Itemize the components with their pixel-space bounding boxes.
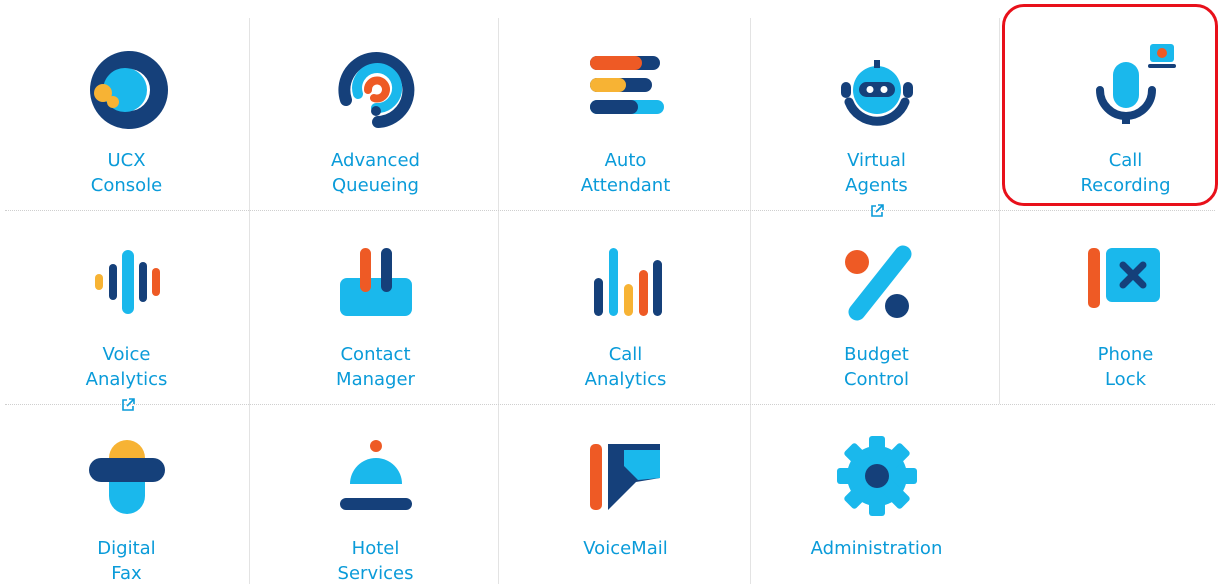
ucx-console-icon bbox=[77, 38, 177, 138]
call-analytics-icon bbox=[576, 232, 676, 332]
tile-administration[interactable]: Administration bbox=[755, 398, 998, 561]
tile-digital-fax[interactable]: Digital Fax bbox=[5, 398, 248, 586]
tile-label: Contact Manager bbox=[336, 344, 415, 390]
tile-label: Administration bbox=[810, 538, 943, 559]
tile-hotel-services[interactable]: Hotel Services bbox=[254, 398, 497, 586]
divider bbox=[249, 18, 250, 584]
tile-ucx-console[interactable]: UCX Console bbox=[5, 10, 248, 198]
tile-voicemail[interactable]: VoiceMail bbox=[504, 398, 747, 561]
tile-label: Hotel Services bbox=[337, 538, 414, 584]
voicemail-icon bbox=[576, 426, 676, 526]
divider bbox=[498, 18, 499, 584]
hotel-services-icon bbox=[326, 426, 426, 526]
divider bbox=[999, 18, 1000, 404]
tile-label: Budget Control bbox=[843, 344, 910, 390]
tile-budget-control[interactable]: Budget Control bbox=[755, 204, 998, 392]
gear-icon bbox=[827, 426, 927, 526]
budget-control-icon bbox=[827, 232, 927, 332]
highlight-box bbox=[1002, 4, 1218, 206]
phone-lock-icon bbox=[1076, 232, 1176, 332]
digital-fax-icon bbox=[77, 426, 177, 526]
tile-label: Advanced Queueing bbox=[331, 150, 420, 196]
tile-label: Call Analytics bbox=[584, 344, 667, 390]
auto-attendant-icon bbox=[576, 38, 676, 138]
divider bbox=[750, 18, 751, 584]
tile-call-analytics[interactable]: Call Analytics bbox=[504, 204, 747, 392]
tile-label: UCX Console bbox=[90, 150, 163, 196]
tile-phone-lock[interactable]: Phone Lock bbox=[1004, 204, 1222, 392]
contact-manager-icon bbox=[326, 232, 426, 332]
virtual-agents-icon bbox=[827, 38, 927, 138]
tile-label: Phone Lock bbox=[1097, 344, 1154, 390]
tile-label: Auto Attendant bbox=[580, 150, 671, 196]
tile-label: Digital Fax bbox=[97, 538, 156, 584]
voice-analytics-icon bbox=[77, 232, 177, 332]
advanced-queueing-icon bbox=[326, 38, 426, 138]
tile-auto-attendant[interactable]: Auto Attendant bbox=[504, 10, 747, 198]
tile-virtual-agents[interactable]: Virtual Agents bbox=[755, 10, 998, 223]
tile-voice-analytics[interactable]: Voice Analytics bbox=[5, 204, 248, 417]
tile-advanced-queueing[interactable]: Advanced Queueing bbox=[254, 10, 497, 198]
tile-label: VoiceMail bbox=[583, 538, 668, 559]
tile-contact-manager[interactable]: Contact Manager bbox=[254, 204, 497, 392]
